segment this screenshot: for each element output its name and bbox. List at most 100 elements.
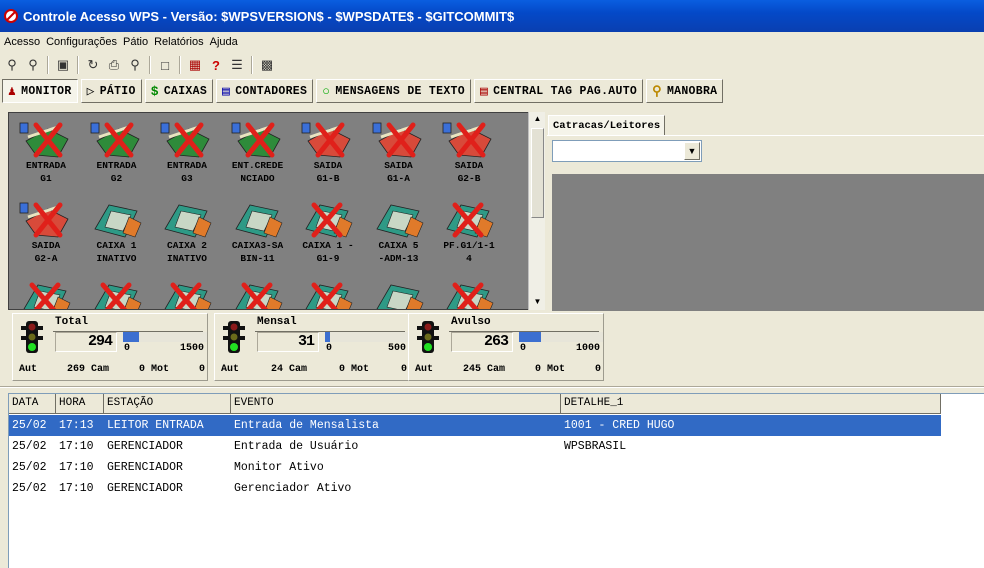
device-tile[interactable]: CAIXA3-SA BIN-11 [223,199,293,265]
cell-estacao: GERENCIADOR [107,461,183,474]
col-detalhe[interactable]: DETALHE_1 [561,394,941,414]
tab-mensagens[interactable]: ○ MENSAGENS DE TEXTO [316,79,471,103]
tab-patio[interactable]: ▷ PÁTIO [80,79,142,103]
menu-relatorios[interactable]: Relatórios [154,36,204,48]
device-tile[interactable]: CAIXA 1 INATIVO [82,199,152,265]
tab-monitor[interactable]: ♟ MONITOR [2,79,78,103]
device-tile[interactable] [434,279,504,309]
device-label: CAIXA3-SA BIN-11 [231,240,284,264]
device-label: ENTRADA G2 [96,160,137,184]
chevron-down-icon[interactable]: ▼ [684,142,700,160]
counter-cam: 24 Cam [270,364,307,375]
key-icon: ⚲ [652,83,662,99]
tab-contadores[interactable]: ▤ CONTADORES [216,79,314,103]
device-label: ENT.CREDE NCIADO [231,160,284,184]
device-tile[interactable]: SAIDA G2-B [434,119,504,185]
cash-register-icon [371,199,427,239]
cell-detalhe [561,457,941,478]
lock-icon[interactable]: ⚲ [3,56,21,74]
card-icon[interactable]: ▦ [186,56,204,74]
cell-data: 25/02 [12,419,47,432]
device-tile[interactable]: SAIDA G2-A [11,199,81,265]
list-icon[interactable]: ☰ [228,56,246,74]
turnstile-icon [441,119,497,159]
col-hora[interactable]: HORA [56,394,104,414]
reader-select[interactable]: ▼ [552,140,702,162]
cash-register-icon [89,279,145,309]
device-label: SAIDA G1-A [384,160,413,184]
menu-configuracoes[interactable]: Configurações [46,36,117,48]
device-label: SAIDA G1-B [313,160,343,184]
table-row[interactable]: 25/02 17:13 LEITOR ENTRADA Entrada de Mensa… [9,415,941,436]
col-data[interactable]: DATA [9,394,56,414]
counter-max: 500 [387,343,406,354]
app-icon[interactable] [4,9,18,23]
cell-hora: 17:10 [59,461,94,474]
device-label: SAIDA G2-A [31,240,61,264]
menu-patio[interactable]: Pátio [123,36,148,48]
device-tile[interactable]: CAIXA 1 - G1-9 [293,199,363,265]
refresh-icon[interactable]: ↻ [84,56,102,74]
counter-mot: 0 Mot [138,364,169,375]
cell-estacao: GERENCIADOR [107,440,183,453]
tab-caixas[interactable]: $ CAIXAS [144,79,214,103]
tab-manobra[interactable]: ⚲ MANOBRA [646,79,724,103]
menu-ajuda[interactable]: Ajuda [210,36,238,48]
table-row[interactable]: 25/02 17:10 GERENCIADOR Monitor Ativo [9,457,941,478]
device-tile[interactable]: ENTRADA G3 [152,119,222,185]
tab-central-tag[interactable]: ▤ CENTRAL TAG PAG.AUTO [473,79,644,103]
lock-icon[interactable]: ⚲ [24,56,42,74]
device-tile[interactable]: SAIDA G1-A [364,119,434,185]
cell-evento: Monitor Ativo [234,461,324,474]
device-tile[interactable] [152,279,222,309]
device-tile[interactable]: CAIXA 5 -ADM-13 [364,199,434,265]
device-tile[interactable]: ENTRADA G1 [11,119,81,185]
turnstile-icon [18,119,74,159]
device-tile[interactable]: PF.G1/1-1 4 [434,199,504,265]
device-tile[interactable] [364,279,434,309]
traffic-light-icon [21,321,43,353]
scroll-thumb[interactable] [531,128,544,218]
cell-estacao: GERENCIADOR [107,482,183,495]
monitor-icon[interactable]: ▣ [54,56,72,74]
scroll-down-icon[interactable]: ▼ [531,295,544,308]
device-tile[interactable] [223,279,293,309]
message-icon: ○ [322,83,331,99]
counter-progress [123,332,207,342]
dollar-icon: $ [150,83,159,99]
scroll-up-icon[interactable]: ▲ [531,112,544,125]
event-grid[interactable]: DATA HORA ESTAÇÃO EVENTO DETALHE_1 25/02… [8,393,984,568]
title-bar[interactable]: Controle Acesso WPS - Versão: $WPSVERSIO… [0,0,984,32]
device-tile[interactable]: ENT.CREDE NCIADO [223,119,293,185]
tab-catracas-leitores[interactable]: Catracas/Leitores [548,115,666,136]
printer-icon[interactable]: ⎙ [105,56,123,74]
counter-value: 263 [451,332,513,352]
col-evento[interactable]: EVENTO [231,394,561,414]
counter-min: 0 [326,343,333,354]
col-estacao[interactable]: ESTAÇÃO [104,394,231,414]
help-icon[interactable]: ? [207,56,225,74]
counter-title: Total [55,316,89,328]
tab-label: PÁTIO [99,84,136,98]
counter-progress [325,332,409,342]
device-pane-scrollbar[interactable]: ▲ ▼ [528,112,545,310]
menu-acesso[interactable]: Acesso [4,36,40,48]
magnifier-icon[interactable]: ⚲ [126,56,144,74]
device-tile[interactable]: ENTRADA G2 [82,119,152,185]
turnstile-icon [159,119,215,159]
device-tile[interactable] [11,279,81,309]
table-row[interactable]: 25/02 17:10 GERENCIADOR Entrada de Usuário W… [9,436,941,457]
device-tile[interactable] [293,279,363,309]
cell-detalhe: WPSBRASIL [564,440,627,453]
device-label: CAIXA 1 INATIVO [96,240,137,264]
counter-progress-fill [325,332,331,342]
device-tile[interactable]: SAIDA G1-B [293,119,363,185]
cash-register-icon [159,279,215,309]
device-tile[interactable] [82,279,152,309]
splitter[interactable] [0,386,984,388]
cell-data: 25/02 [12,461,47,474]
exit-icon[interactable]: ▩ [258,56,276,74]
document-icon[interactable]: □ [156,56,174,74]
table-row[interactable]: 25/02 17:10 GERENCIADOR Gerenciador Ativo [9,478,941,499]
device-tile[interactable]: CAIXA 2 INATIVO [152,199,222,265]
